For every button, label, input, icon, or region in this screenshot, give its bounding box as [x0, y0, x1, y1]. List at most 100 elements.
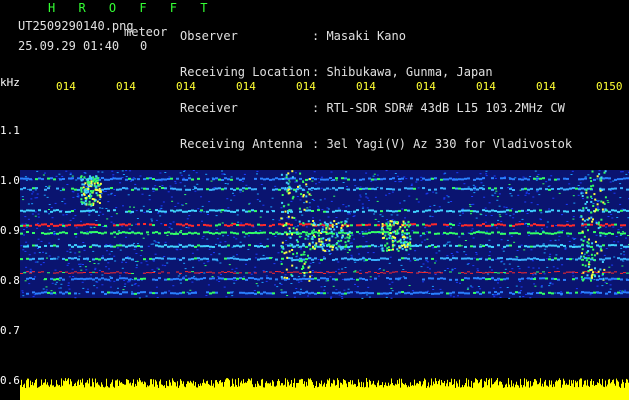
noise-floor-bar — [270, 382, 271, 400]
noise-floor-bar — [37, 387, 38, 400]
meteor-patch — [88, 200, 91, 203]
signal-trace — [467, 177, 470, 180]
noise-speck — [131, 224, 133, 226]
signal-trace — [326, 210, 329, 213]
noise-speck — [196, 249, 199, 251]
signal-trace — [308, 188, 311, 191]
signal-trace — [389, 188, 392, 191]
signal-trace — [332, 271, 335, 273]
mode-label: meteor — [124, 25, 168, 39]
signal-trace — [461, 278, 464, 281]
meteor-patch — [401, 247, 404, 250]
noise-speck — [506, 239, 509, 241]
noise-speck — [341, 268, 344, 270]
noise-floor-bar — [570, 386, 571, 400]
signal-trace — [26, 209, 29, 212]
noise-floor-bar — [58, 385, 59, 400]
noise-floor-bar — [579, 379, 580, 400]
noise-floor-bar — [573, 379, 574, 400]
noise-speck — [434, 274, 437, 275]
meteor-patch — [308, 193, 311, 196]
signal-trace — [20, 258, 23, 261]
noise-floor-bar — [74, 383, 75, 400]
meteor-patch — [302, 265, 304, 268]
signal-trace — [230, 224, 233, 227]
noise-floor-bar — [85, 382, 86, 400]
noise-speck — [177, 275, 180, 277]
signal-trace — [554, 257, 557, 260]
noise-speck — [580, 191, 583, 193]
noise-speck — [259, 230, 262, 232]
noise-speck — [513, 241, 516, 243]
noise-floor-bar — [537, 384, 538, 400]
signal-trace — [287, 244, 290, 247]
signal-trace — [509, 232, 512, 235]
meteor-patch — [582, 255, 585, 258]
signal-trace — [500, 223, 503, 226]
noise-speck — [566, 221, 569, 222]
noise-speck — [142, 205, 145, 207]
noise-speck — [415, 198, 418, 200]
noise-speck — [245, 184, 248, 186]
noise-speck — [422, 281, 425, 283]
signal-trace — [578, 232, 581, 235]
noise-floor-bar — [601, 385, 602, 400]
noise-speck — [219, 241, 222, 243]
noise-speck — [320, 286, 323, 288]
noise-speck — [620, 247, 623, 249]
noise-floor-bar — [48, 385, 49, 400]
noise-speck — [497, 282, 499, 284]
noise-speck — [147, 234, 150, 236]
signal-trace — [500, 187, 503, 190]
meteor-patch — [287, 172, 290, 175]
signal-trace — [566, 223, 569, 226]
noise-speck — [133, 206, 135, 208]
noise-speck — [45, 252, 48, 254]
signal-trace — [266, 277, 269, 280]
signal-trace — [575, 245, 578, 248]
noise-floor-bar — [268, 383, 269, 400]
noise-floor-bar — [617, 380, 618, 400]
noise-speck — [532, 267, 535, 269]
signal-trace — [113, 209, 116, 212]
meteor-patch — [89, 193, 91, 196]
signal-trace — [236, 177, 239, 180]
signal-trace — [344, 278, 347, 281]
signal-trace — [416, 210, 419, 213]
noise-speck — [152, 243, 155, 245]
signal-trace — [377, 231, 380, 234]
noise-speck — [66, 250, 69, 252]
signal-trace — [404, 277, 407, 280]
noise-speck — [520, 286, 523, 288]
noise-floor-bar — [204, 382, 205, 400]
signal-trace — [221, 178, 224, 181]
noise-floor-bar — [623, 382, 624, 400]
meteor-patch — [94, 180, 97, 183]
signal-trace — [239, 178, 242, 181]
signal-trace — [302, 291, 305, 294]
noise-floor-bar — [320, 384, 321, 400]
noise-floor-bar — [589, 386, 590, 400]
signal-trace — [74, 257, 77, 260]
signal-trace — [608, 291, 611, 294]
signal-trace — [539, 258, 542, 261]
signal-trace — [398, 188, 401, 191]
x-tick: 014 — [236, 80, 256, 93]
signal-trace — [146, 177, 149, 180]
noise-floor-bar — [521, 384, 522, 400]
noise-floor-bar — [463, 387, 464, 400]
signal-trace — [533, 232, 536, 235]
signal-trace — [65, 210, 68, 213]
noise-floor-bar — [507, 387, 508, 400]
signal-trace — [305, 258, 308, 261]
noise-speck — [521, 218, 524, 220]
noise-speck — [233, 195, 236, 197]
noise-speck — [185, 275, 188, 277]
signal-trace — [572, 187, 575, 190]
noise-floor-bar — [151, 379, 152, 400]
signal-trace — [161, 178, 164, 181]
signal-trace — [107, 187, 110, 190]
signal-trace — [242, 231, 245, 234]
noise-floor-bar — [403, 384, 404, 400]
noise-floor-bar — [402, 382, 403, 400]
